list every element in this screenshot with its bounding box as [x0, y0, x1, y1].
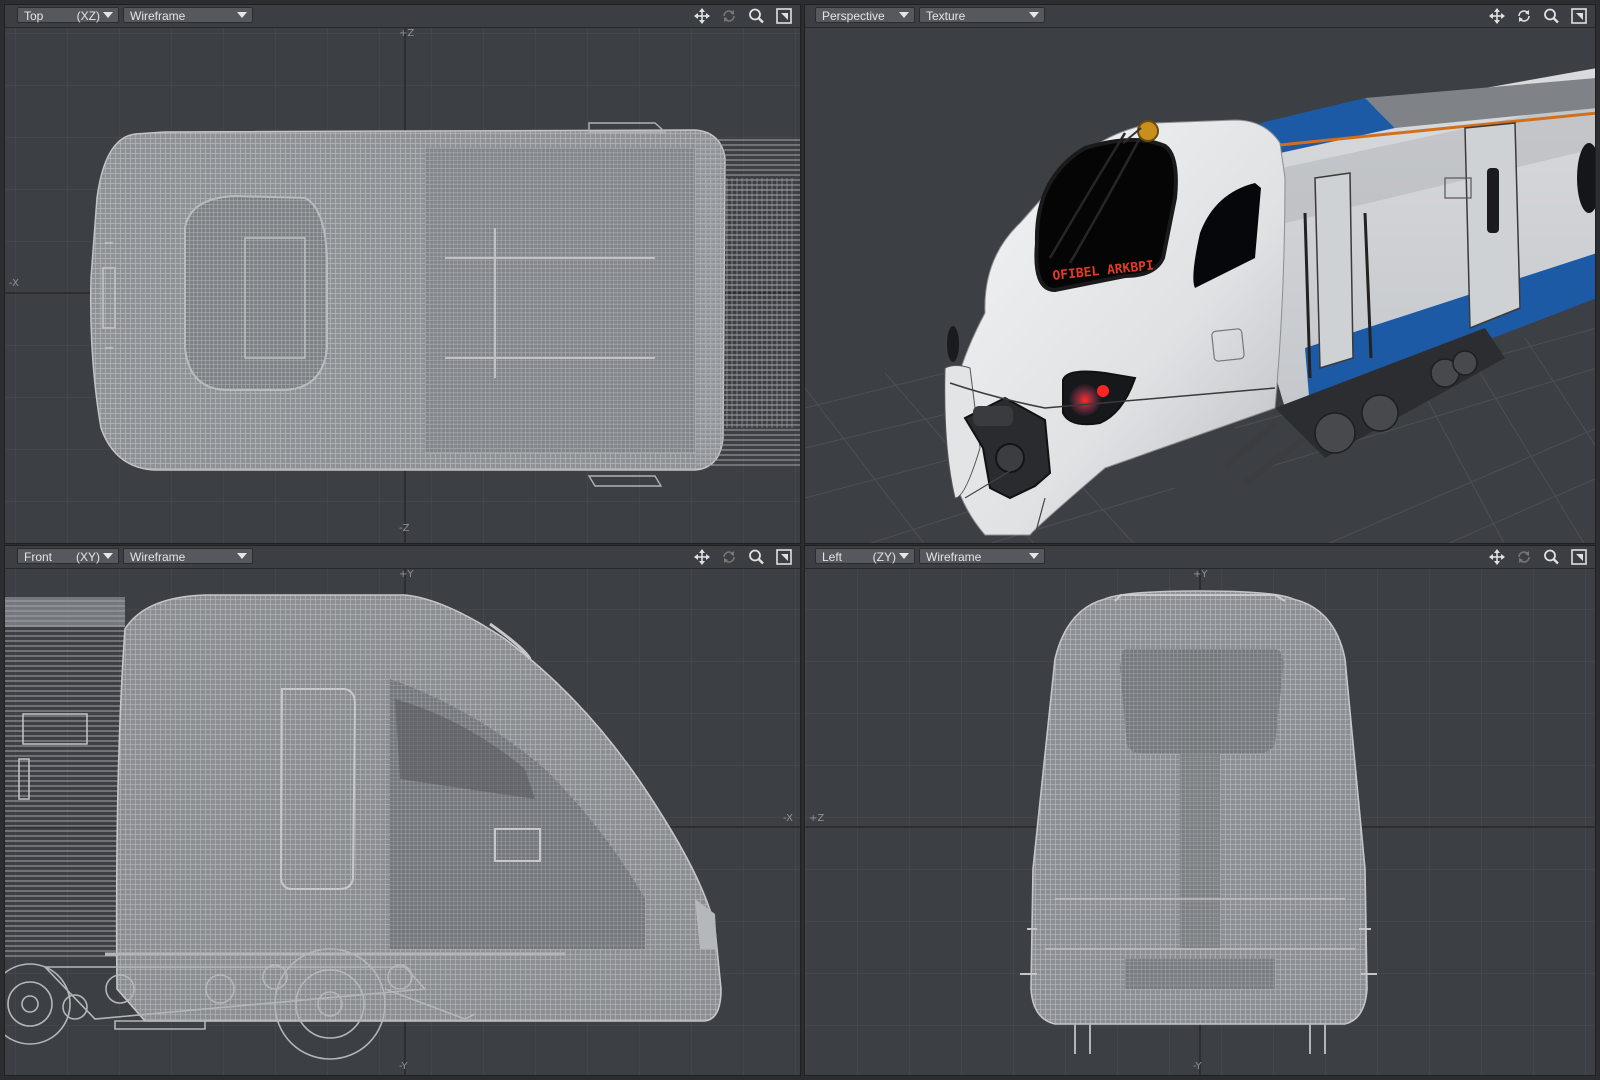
maximize-icon[interactable] — [1569, 548, 1589, 566]
zoom-icon[interactable] — [1542, 7, 1562, 25]
move-icon[interactable] — [1487, 548, 1507, 566]
render-mode-select[interactable]: Texture — [919, 7, 1045, 23]
viewport-top[interactable]: Top (XZ) Wireframe +Z -Z -X — [4, 4, 801, 544]
perspective-train-render: OFIBEL ARKBPI — [805, 68, 1595, 543]
chevron-down-icon — [899, 12, 909, 18]
chevron-down-icon — [237, 12, 247, 18]
axis-label-bottom: -Y — [1193, 1061, 1202, 1072]
viewport-perspective[interactable]: Perspective Texture OFIBEL ARKBPI — [804, 4, 1596, 544]
viewport-tools — [1484, 548, 1589, 566]
render-mode-select[interactable]: Wireframe — [123, 7, 253, 23]
viewport-tools — [689, 548, 794, 566]
front-wireframe-scene — [5, 569, 800, 1075]
viewport-canvas[interactable]: OFIBEL ARKBPI — [805, 28, 1595, 543]
render-mode-label: Wireframe — [926, 550, 982, 564]
viewport-tools — [1484, 7, 1589, 25]
maximize-icon[interactable] — [1569, 7, 1589, 25]
zoom-icon[interactable] — [747, 548, 767, 566]
viewport-header: Top (XZ) Wireframe — [5, 5, 800, 28]
view-select-label: Top — [24, 9, 44, 23]
view-select[interactable]: Perspective — [815, 7, 915, 23]
axis-label-bottom: -Z — [399, 523, 410, 534]
rotate-icon[interactable] — [719, 7, 739, 25]
render-mode-label: Texture — [926, 9, 966, 23]
zoom-icon[interactable] — [747, 7, 767, 25]
viewport-tools — [689, 7, 794, 25]
maximize-icon[interactable] — [774, 7, 794, 25]
chevron-down-icon — [237, 553, 247, 559]
view-select-label: Perspective — [822, 9, 885, 23]
chevron-down-icon — [899, 553, 909, 559]
chevron-down-icon — [1029, 12, 1039, 18]
viewport-canvas[interactable]: +Y -Y +Z — [805, 569, 1595, 1075]
view-axes-label: (XY) — [76, 550, 100, 564]
viewport-header: Front (XY) Wireframe — [5, 546, 800, 569]
view-axes-label: (ZY) — [872, 550, 896, 564]
viewport-left[interactable]: Left (ZY) Wireframe +Y -Y +Z — [804, 545, 1596, 1076]
axis-label-top: +Z — [399, 28, 415, 39]
viewport-canvas[interactable]: +Z -Z -X — [5, 28, 800, 543]
axis-label-right: -X — [783, 813, 793, 824]
view-select[interactable]: Front (XY) — [17, 548, 119, 564]
maximize-icon[interactable] — [774, 548, 794, 566]
view-select[interactable]: Left (ZY) — [815, 548, 915, 564]
axis-label-left: +Z — [809, 813, 825, 824]
viewport-canvas[interactable]: +Y -Y -X — [5, 569, 800, 1075]
rotate-icon[interactable] — [1514, 7, 1534, 25]
view-select[interactable]: Top (XZ) — [17, 7, 119, 23]
render-mode-select[interactable]: Wireframe — [123, 548, 253, 564]
left-wireframe-scene — [805, 569, 1595, 1075]
axis-label-bottom: -Y — [399, 1061, 408, 1072]
zoom-icon[interactable] — [1542, 548, 1562, 566]
view-select-label: Front — [24, 550, 53, 564]
top-wireframe-scene — [5, 28, 800, 543]
view-axes-label: (XZ) — [76, 9, 100, 23]
render-mode-select[interactable]: Wireframe — [919, 548, 1045, 564]
axis-label-left: -X — [9, 278, 19, 289]
render-mode-label: Wireframe — [130, 550, 186, 564]
move-icon[interactable] — [692, 548, 712, 566]
render-mode-label: Wireframe — [130, 9, 186, 23]
move-icon[interactable] — [692, 7, 712, 25]
axis-label-top: +Y — [399, 569, 414, 580]
axis-label-top: +Y — [1193, 569, 1208, 580]
viewport-header: Left (ZY) Wireframe — [805, 546, 1595, 569]
viewport-front[interactable]: Front (XY) Wireframe +Y -Y -X — [4, 545, 801, 1076]
chevron-down-icon — [103, 553, 113, 559]
rotate-icon[interactable] — [719, 548, 739, 566]
rotate-icon[interactable] — [1514, 548, 1534, 566]
viewport-header: Perspective Texture — [805, 5, 1595, 28]
chevron-down-icon — [103, 12, 113, 18]
chevron-down-icon — [1029, 553, 1039, 559]
view-select-label: Left — [822, 550, 843, 564]
move-icon[interactable] — [1487, 7, 1507, 25]
